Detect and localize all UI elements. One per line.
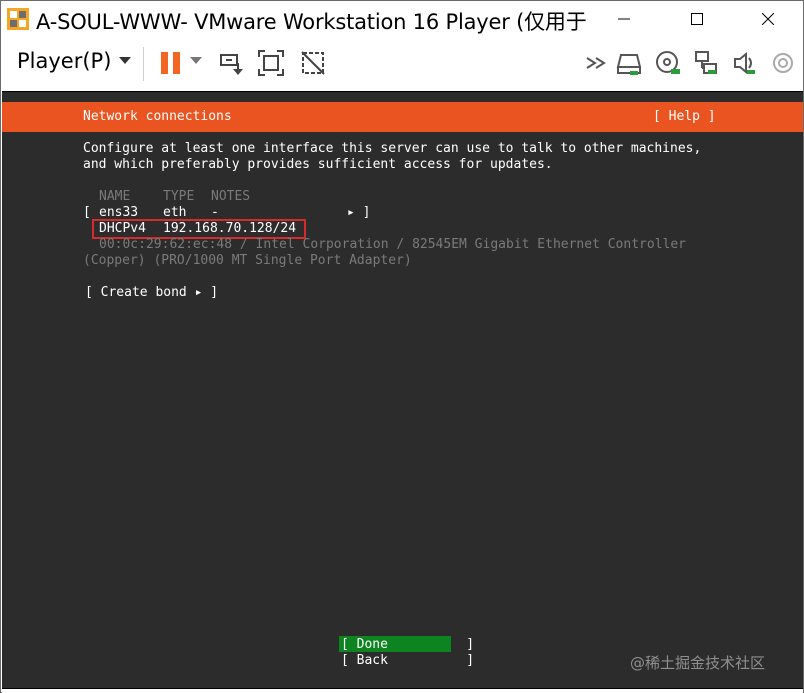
vmware-window: A-SOUL-WWW- VMware Workstation 16 Player… (0, 0, 804, 693)
window-bottom-edge (2, 689, 803, 693)
create-bond-button[interactable]: [ Create bond ▸ ] (85, 285, 218, 301)
unity-icon[interactable] (299, 49, 327, 77)
player-menu[interactable]: Player(P) (17, 49, 111, 73)
ip-highlight-box (92, 219, 306, 239)
help-button[interactable]: [ Help ] (653, 109, 716, 125)
hardware-info-line1: 00:0c:29:62:ec:48 / Intel Corporation / … (99, 237, 686, 252)
send-ctrl-alt-del-icon[interactable] (218, 49, 246, 77)
maximize-icon (691, 13, 703, 25)
pause-icon[interactable] (157, 49, 185, 77)
cd-icon[interactable] (654, 49, 682, 77)
column-header-type: TYPE (163, 189, 195, 204)
page-title: Network connections (83, 109, 232, 124)
sound-icon[interactable] (731, 49, 759, 77)
minimize-icon (618, 18, 630, 20)
player-toolbar: Player(P) (1, 37, 803, 91)
power-dropdown-icon[interactable] (190, 57, 202, 65)
fullscreen-icon[interactable] (257, 49, 285, 77)
interface-menu-arrow[interactable]: ▸ ] (347, 205, 370, 221)
usb-icon[interactable] (769, 49, 797, 77)
watermark: @稀土掘金技术社区 (630, 654, 766, 672)
intro-text-line2: and which preferably provides sufficient… (83, 157, 553, 172)
window-title: A-SOUL-WWW- VMware Workstation 16 Player… (36, 10, 587, 34)
column-header-name: NAME (99, 189, 131, 204)
done-button[interactable]: [ Done ] (341, 637, 474, 653)
hard-disk-icon[interactable] (615, 49, 643, 77)
player-menu-chevron-down-icon[interactable] (119, 57, 131, 65)
interface-open-bracket: [ (83, 205, 91, 220)
close-button[interactable] (745, 1, 791, 37)
installer-screen[interactable]: Network connections [ Help ] Configure a… (2, 92, 803, 688)
hardware-info-line2: (Copper) (PRO/1000 MT Single Port Adapte… (83, 253, 412, 268)
vmware-app-icon (7, 8, 29, 30)
network-icon[interactable] (692, 49, 720, 77)
intro-text-line1: Configure at least one interface this se… (83, 141, 702, 156)
maximize-button[interactable] (674, 1, 720, 37)
back-button[interactable]: [ Back ] (341, 653, 474, 669)
column-header-notes: NOTES (211, 189, 251, 204)
title-bar[interactable]: A-SOUL-WWW- VMware Workstation 16 Player… (1, 1, 803, 37)
close-icon (762, 13, 774, 25)
minimize-button[interactable] (601, 1, 647, 37)
toolbar-separator (143, 47, 144, 81)
forward-icon[interactable] (583, 49, 611, 77)
